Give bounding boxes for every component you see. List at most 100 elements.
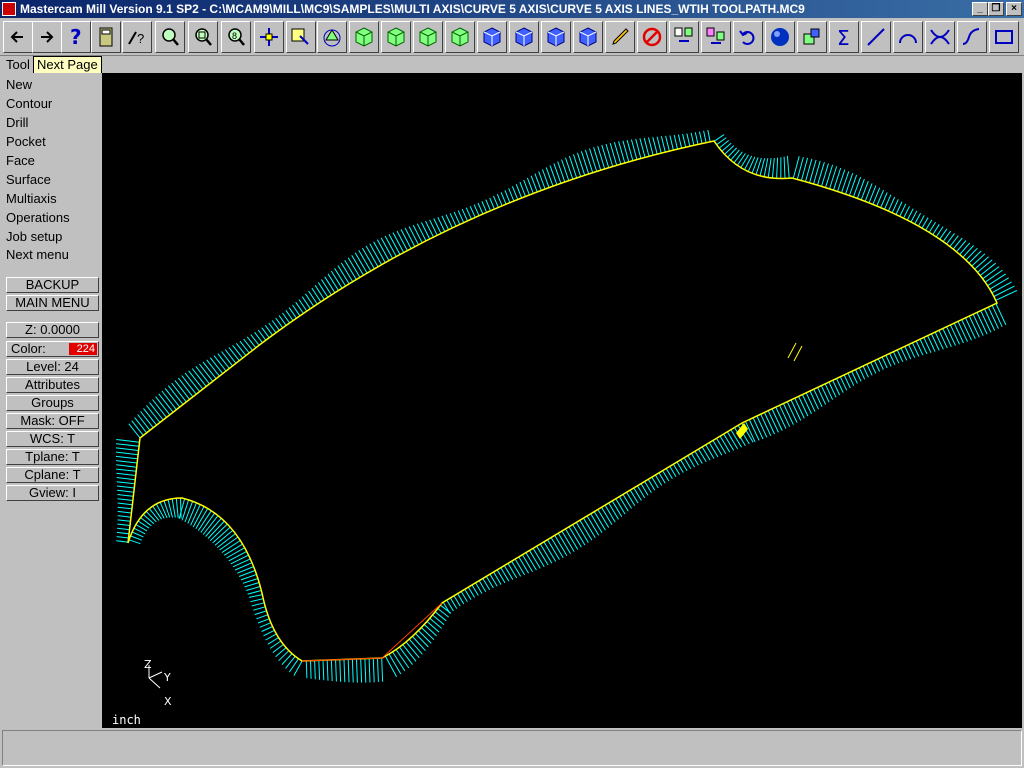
zoom-unzoom-icon[interactable]: 8 <box>221 21 251 53</box>
pencil-icon[interactable] <box>605 21 635 53</box>
translate-icon[interactable] <box>701 21 731 53</box>
tool-vector <box>395 649 410 669</box>
tool-vector <box>416 223 427 242</box>
tool-vector <box>724 145 735 155</box>
groups-button[interactable]: Groups <box>6 395 99 411</box>
calculator-icon[interactable] <box>91 21 121 53</box>
backup-button[interactable]: BACKUP <box>6 277 99 293</box>
line-icon[interactable] <box>861 21 891 53</box>
graphics-viewport[interactable]: Z Y X inch <box>102 73 1022 728</box>
tool-vector <box>554 535 568 556</box>
tool-vector <box>521 554 533 572</box>
side-view-icon[interactable] <box>445 21 475 53</box>
tool-vector <box>736 153 746 166</box>
menu-item-contour[interactable]: Contour <box>6 96 52 111</box>
tool-vector <box>344 260 357 280</box>
mask-button[interactable]: Mask: OFF <box>6 413 99 429</box>
cplane-button[interactable]: Cplane: T <box>6 467 99 483</box>
trim-icon[interactable] <box>925 21 955 53</box>
tool-vector <box>801 394 812 415</box>
tool-vector <box>858 367 866 380</box>
help-icon[interactable]: ? <box>61 21 91 53</box>
tool-vector <box>503 565 514 580</box>
forward-arrow-icon[interactable] <box>32 21 62 53</box>
arc-icon[interactable] <box>893 21 923 53</box>
undo-icon[interactable] <box>733 21 763 53</box>
zoom-window-icon[interactable] <box>155 21 185 53</box>
tplane-button[interactable]: Tplane: T <box>6 449 99 465</box>
tool-vector <box>351 659 354 683</box>
no-delete-icon[interactable] <box>637 21 667 53</box>
tool-vector <box>500 567 510 582</box>
main-menu-button[interactable]: MAIN MENU <box>6 295 99 311</box>
tool-vector <box>977 259 993 273</box>
cube-view-1-icon[interactable] <box>477 21 507 53</box>
window-title: Mastercam Mill Version 9.1 SP2 - C:\MCAM… <box>20 2 805 16</box>
tool-vector <box>740 154 750 168</box>
title-bar: Mastercam Mill Version 9.1 SP2 - C:\MCAM… <box>0 0 1024 18</box>
tool-vector <box>583 517 596 539</box>
wcs-button[interactable]: WCS: T <box>6 431 99 447</box>
tool-vector <box>115 455 138 460</box>
tool-vector <box>536 545 549 566</box>
sum-icon[interactable]: Σ <box>829 21 859 53</box>
tool-vector <box>703 130 707 143</box>
zoom-fit-icon[interactable] <box>188 21 218 53</box>
gview-button[interactable]: Gview: I <box>6 485 99 501</box>
iso-view-icon[interactable] <box>349 21 379 53</box>
prompt-area <box>2 730 1022 766</box>
menu-item-multiaxis[interactable]: Multiaxis <box>6 191 57 206</box>
front-view-icon[interactable] <box>413 21 443 53</box>
menu-item-next-menu[interactable]: Next menu <box>6 247 69 262</box>
menu-item-operations[interactable]: Operations <box>6 210 70 225</box>
rectangle-icon[interactable] <box>989 21 1019 53</box>
close-button[interactable]: × <box>1006 2 1022 16</box>
sphere-icon[interactable] <box>765 21 795 53</box>
rotate-view-icon[interactable] <box>317 21 347 53</box>
tool-vector <box>116 540 129 543</box>
tool-vector <box>726 431 739 450</box>
menu-item-job-setup[interactable]: Job setup <box>6 229 62 244</box>
tool-vector <box>310 660 312 679</box>
menu-item-surface[interactable]: Surface <box>6 172 51 187</box>
tool-vector <box>892 351 900 364</box>
units-label: inch <box>112 713 141 727</box>
select-icon[interactable] <box>286 21 316 53</box>
level-button[interactable]: Level: 24 <box>6 359 99 375</box>
app-icon[interactable] <box>2 2 16 16</box>
tool-vector <box>798 396 809 417</box>
menu-item-new[interactable]: New <box>6 77 32 92</box>
tool-vector <box>987 273 1006 287</box>
menu-item-face[interactable]: Face <box>6 153 35 168</box>
menu-item-drill[interactable]: Drill <box>6 115 28 130</box>
transform-icon[interactable] <box>669 21 699 53</box>
tool-vector <box>425 220 434 238</box>
color-button[interactable]: Color: 224 <box>6 341 99 357</box>
cube-view-2-icon[interactable] <box>509 21 539 53</box>
tool-vector <box>405 641 420 659</box>
tool-vector <box>874 360 881 372</box>
tool-vector <box>322 660 325 681</box>
solid-icon[interactable] <box>797 21 827 53</box>
top-view-icon[interactable] <box>381 21 411 53</box>
back-arrow-icon[interactable] <box>3 21 33 53</box>
axis-x-label: X <box>164 695 172 708</box>
tool-vector <box>782 403 794 425</box>
tool-vector <box>317 282 329 298</box>
pan-icon[interactable] <box>254 21 284 53</box>
restore-button[interactable]: ❐ <box>988 2 1004 16</box>
analyze-icon[interactable]: ? <box>122 21 152 53</box>
cube-view-3-icon[interactable] <box>541 21 571 53</box>
tool-vector <box>244 582 260 588</box>
minimize-button[interactable]: _ <box>972 2 988 16</box>
z-depth-button[interactable]: Z: 0.0000 <box>6 322 99 338</box>
tool-vector <box>845 173 854 195</box>
tool-vector <box>719 435 731 453</box>
menu-item-pocket[interactable]: Pocket <box>6 134 46 149</box>
tool-vector <box>584 149 594 173</box>
tool-vector <box>987 306 999 329</box>
spline-icon[interactable] <box>957 21 987 53</box>
cube-view-4-icon[interactable] <box>573 21 603 53</box>
tool-vector <box>392 232 405 253</box>
attributes-button[interactable]: Attributes <box>6 377 99 393</box>
